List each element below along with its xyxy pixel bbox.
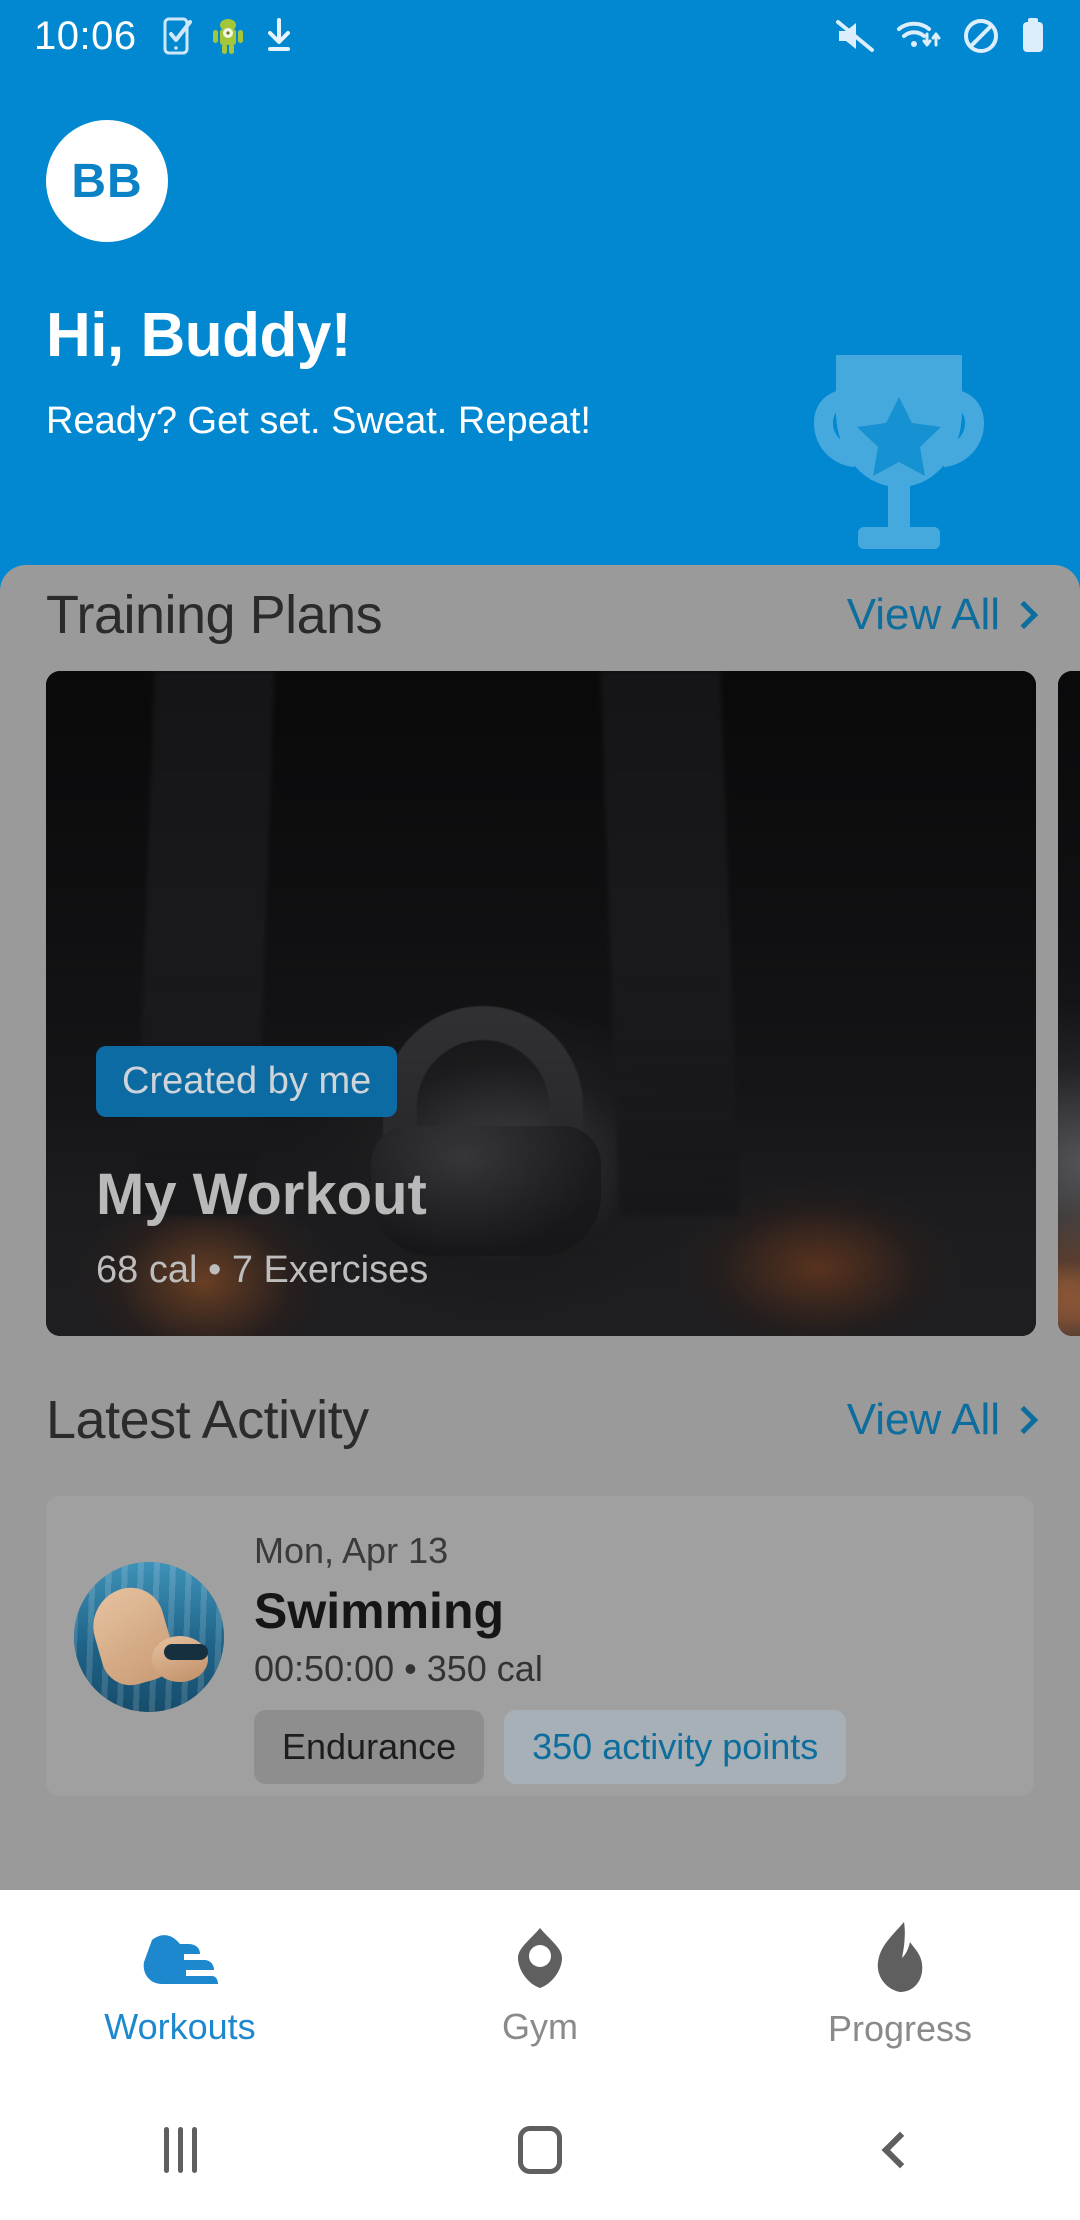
mute-icon <box>836 20 874 52</box>
task-check-icon <box>163 17 192 55</box>
android-system-nav <box>0 2080 1080 2220</box>
wifi-icon <box>897 21 941 47</box>
activity-stats: 00:50:00 • 350 cal <box>254 1648 543 1689</box>
training-plans-title: Training Plans <box>46 585 383 645</box>
content-sheet-inner: Training Plans View All Created by me My… <box>0 565 1080 1796</box>
training-plans-carousel[interactable]: Created by me My Workout 68 cal • 7 Exer… <box>0 671 1080 1336</box>
status-bar-clock: 10:06 <box>34 14 137 58</box>
android-home-button[interactable] <box>360 2126 720 2174</box>
latest-activity-view-all-label: View All <box>846 1395 1000 1444</box>
back-chevron-icon <box>881 2131 919 2169</box>
bottom-navigation-bar: Workouts Gym Progress <box>0 1890 1080 2080</box>
training-plans-view-all-button[interactable]: View All <box>846 590 1039 640</box>
status-bar-system-icons <box>834 17 1046 55</box>
training-plan-card-title: My Workout <box>96 1162 427 1227</box>
status-bar: 10:06 <box>0 0 1080 72</box>
android-back-button[interactable] <box>720 2131 1080 2169</box>
flame-icon <box>877 1922 923 1992</box>
location-pin-icon <box>518 1928 562 1988</box>
activity-thumbnail-swimming <box>74 1562 224 1712</box>
activity-name: Swimming <box>254 1583 505 1639</box>
activity-date: Mon, Apr 13 <box>254 1530 449 1571</box>
chevron-right-icon <box>1009 1405 1039 1435</box>
activity-tags: Endurance 350 activity points <box>254 1710 1006 1784</box>
battery-icon <box>1023 18 1043 52</box>
training-plan-card-scrim <box>46 671 1036 1336</box>
latest-activity-header: Latest Activity View All <box>0 1370 1080 1470</box>
latest-activity-title: Latest Activity <box>46 1390 369 1450</box>
swimmer-goggles <box>164 1644 208 1660</box>
avatar-initials: BB <box>71 154 143 208</box>
home-icon <box>518 2126 562 2174</box>
bottom-nav-label-workouts: Workouts <box>104 2006 256 2047</box>
page-title: Hi, Buddy! <box>46 301 351 370</box>
android-recents-button[interactable] <box>0 2127 360 2173</box>
header-subtitle: Ready? Get set. Sweat. Repeat! <box>46 400 591 442</box>
training-plan-card-meta: 68 cal • 7 Exercises <box>96 1249 429 1291</box>
bottom-nav-item-gym[interactable]: Gym <box>360 1922 720 2048</box>
content-sheet: Training Plans View All Created by me My… <box>0 565 1080 1890</box>
recent-apps-icon <box>163 2127 197 2173</box>
status-bar-notification-icons <box>163 17 295 55</box>
bottom-nav-label-progress: Progress <box>827 2008 973 2049</box>
app-header: 10:06 BB Hi, Buddy! Ready? Get set. Swea… <box>0 0 1080 600</box>
download-icon <box>267 18 290 51</box>
avatar[interactable]: BB <box>46 120 168 242</box>
activity-tag-points: 350 activity points <box>504 1710 847 1784</box>
training-plan-card-next-photo <box>1058 671 1080 1336</box>
android-robot-icon <box>212 19 243 54</box>
bottom-nav-item-workouts[interactable]: Workouts <box>0 1922 360 2048</box>
training-plan-card[interactable]: Created by me My Workout 68 cal • 7 Exer… <box>46 671 1036 1336</box>
training-plans-header: Training Plans View All <box>0 565 1080 665</box>
latest-activity-view-all-button[interactable]: View All <box>846 1395 1039 1445</box>
trophy-icon <box>814 355 984 549</box>
bottom-nav-label-gym: Gym <box>502 2006 578 2047</box>
phone-screen: 10:06 BB Hi, Buddy! Ready? Get set. Swea… <box>0 0 1080 2220</box>
bottom-nav-item-progress[interactable]: Progress <box>720 1920 1080 2050</box>
training-plan-card-next-peek[interactable] <box>1058 671 1080 1336</box>
created-by-me-badge: Created by me <box>96 1046 398 1117</box>
training-plans-view-all-label: View All <box>846 590 1000 639</box>
chevron-right-icon <box>1009 600 1039 630</box>
running-shoe-icon <box>143 1935 218 1984</box>
activity-details: Mon, Apr 13 Swimming 00:50:00 • 350 cal … <box>254 1526 1006 1796</box>
activity-list-item[interactable]: Mon, Apr 13 Swimming 00:50:00 • 350 cal … <box>46 1496 1034 1796</box>
activity-tag-type: Endurance <box>254 1710 485 1784</box>
do-not-disturb-icon <box>964 19 998 53</box>
